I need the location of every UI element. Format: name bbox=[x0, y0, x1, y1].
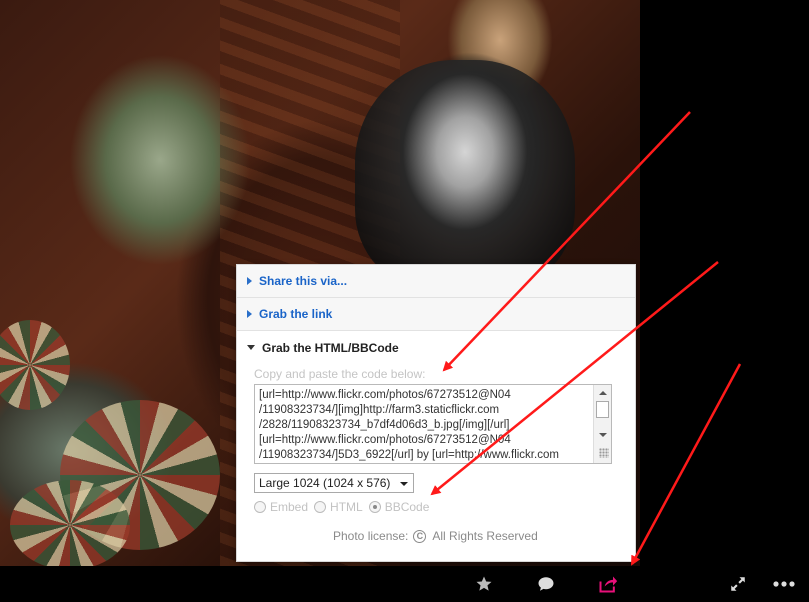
section-share-via[interactable]: Share this via... bbox=[237, 265, 635, 298]
radio-label: BBCode bbox=[384, 500, 430, 514]
photo-toolbar bbox=[0, 566, 809, 602]
size-select[interactable]: Large 1024 (1024 x 576) bbox=[254, 473, 414, 493]
more-icon[interactable] bbox=[770, 566, 798, 602]
copyright-icon: C bbox=[413, 529, 427, 543]
scrollbar-thumb[interactable] bbox=[596, 401, 609, 418]
annotation-arrow bbox=[630, 363, 742, 566]
radio-html[interactable]: HTML bbox=[314, 500, 363, 514]
radio-dot[interactable] bbox=[314, 501, 327, 513]
size-select-value: Large 1024 (1024 x 576) bbox=[259, 476, 391, 490]
format-radio-group: Embed HTML BBCode bbox=[254, 500, 435, 514]
radio-bbcode[interactable]: BBCode bbox=[368, 500, 430, 514]
license-label: Photo license: bbox=[333, 529, 409, 543]
section-grab-link[interactable]: Grab the link bbox=[237, 298, 635, 331]
comment-icon[interactable] bbox=[534, 566, 558, 602]
resize-grip-icon[interactable] bbox=[599, 448, 609, 458]
chevron-right-icon bbox=[247, 277, 252, 285]
scrollbar[interactable] bbox=[593, 385, 611, 463]
section-label: Grab the HTML/BBCode bbox=[262, 340, 399, 355]
fullscreen-icon[interactable] bbox=[726, 566, 750, 602]
embed-code-textarea[interactable]: [url=http://www.flickr.com/photos/672735… bbox=[254, 384, 612, 464]
license-value: All Rights Reserved bbox=[432, 529, 538, 543]
chevron-right-icon bbox=[247, 310, 252, 318]
scroll-up-icon[interactable] bbox=[599, 391, 607, 395]
radio-label: Embed bbox=[270, 500, 309, 514]
photo-ornament bbox=[0, 320, 70, 410]
photo-ornament bbox=[10, 480, 130, 566]
panel-pointer bbox=[605, 551, 619, 558]
code-hint: Copy and paste the code below: bbox=[254, 367, 426, 381]
section-grab-html-bbcode[interactable]: Grab the HTML/BBCode bbox=[237, 331, 635, 364]
chevron-down-icon bbox=[247, 345, 255, 350]
star-icon[interactable] bbox=[472, 566, 496, 602]
photo-license: Photo license: C All Rights Reserved bbox=[333, 529, 538, 543]
share-icon[interactable] bbox=[596, 566, 620, 602]
radio-dot[interactable] bbox=[254, 501, 266, 513]
chevron-down-icon bbox=[400, 482, 408, 486]
embed-code-text[interactable]: [url=http://www.flickr.com/photos/672735… bbox=[259, 388, 591, 463]
photo-performer bbox=[355, 60, 575, 290]
radio-embed[interactable]: Embed bbox=[254, 500, 308, 514]
scroll-down-icon[interactable] bbox=[599, 433, 607, 437]
section-label: Share this via... bbox=[259, 274, 348, 288]
share-panel: Share this via... Grab the link Grab the… bbox=[236, 264, 636, 562]
section-label: Grab the link bbox=[259, 307, 333, 321]
radio-dot[interactable] bbox=[368, 501, 381, 513]
radio-label: HTML bbox=[330, 500, 363, 514]
